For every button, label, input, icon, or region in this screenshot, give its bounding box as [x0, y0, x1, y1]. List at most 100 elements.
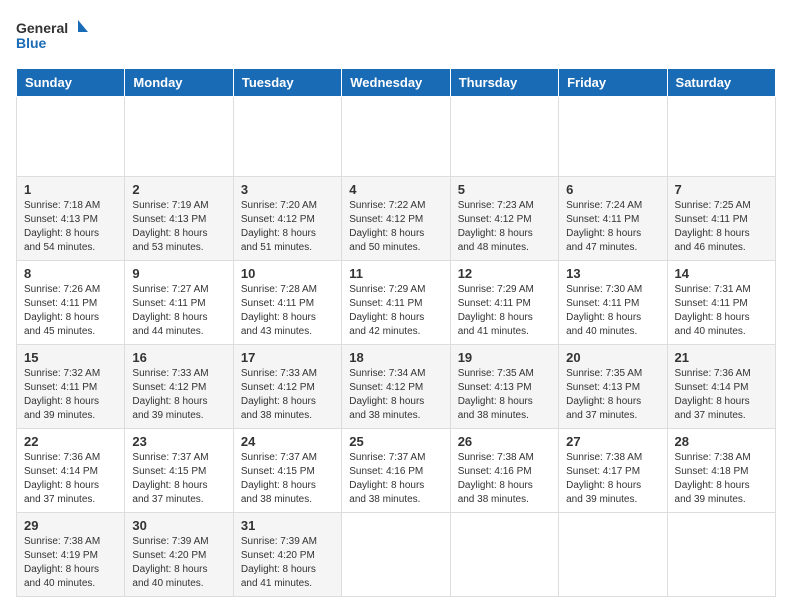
day-number: 2	[132, 182, 225, 197]
calendar-table: SundayMondayTuesdayWednesdayThursdayFrid…	[16, 68, 776, 597]
day-info: Sunrise: 7:36 AM Sunset: 4:14 PM Dayligh…	[675, 367, 768, 423]
day-header-friday: Friday	[559, 69, 667, 97]
day-number: 8	[24, 266, 117, 281]
calendar-cell: 5 Sunrise: 7:23 AM Sunset: 4:12 PM Daylig…	[450, 177, 558, 261]
calendar-cell: 30 Sunrise: 7:39 AM Sunset: 4:20 PM Dayli…	[125, 513, 233, 597]
day-info: Sunrise: 7:24 AM Sunset: 4:11 PM Dayligh…	[566, 199, 659, 255]
day-number: 24	[241, 434, 334, 449]
calendar-cell	[342, 513, 450, 597]
day-info: Sunrise: 7:35 AM Sunset: 4:13 PM Dayligh…	[458, 367, 551, 423]
calendar-cell: 15Sunrise: 7:32 AM Sunset: 4:11 PM Dayli…	[17, 345, 125, 429]
day-number: 1	[24, 182, 117, 197]
day-number: 10	[241, 266, 334, 281]
day-number: 11	[349, 266, 442, 281]
day-info: Sunrise: 7:37 AM Sunset: 4:15 PM Dayligh…	[132, 451, 225, 507]
day-info: Sunrise: 7:38 AM Sunset: 4:19 PM Dayligh…	[24, 535, 117, 591]
day-info: Sunrise: 7:36 AM Sunset: 4:14 PM Dayligh…	[24, 451, 117, 507]
svg-text:Blue: Blue	[16, 35, 47, 51]
day-number: 18	[349, 350, 442, 365]
day-info: Sunrise: 7:39 AM Sunset: 4:20 PM Dayligh…	[241, 535, 334, 591]
day-header-wednesday: Wednesday	[342, 69, 450, 97]
day-header-sunday: Sunday	[17, 69, 125, 97]
svg-text:General: General	[16, 20, 68, 36]
day-number: 3	[241, 182, 334, 197]
day-info: Sunrise: 7:29 AM Sunset: 4:11 PM Dayligh…	[349, 283, 442, 339]
day-info: Sunrise: 7:37 AM Sunset: 4:16 PM Dayligh…	[349, 451, 442, 507]
day-number: 4	[349, 182, 442, 197]
calendar-cell: 22 Sunrise: 7:36 AM Sunset: 4:14 PM Dayli…	[17, 429, 125, 513]
day-number: 21	[675, 350, 768, 365]
calendar-cell	[450, 513, 558, 597]
day-number: 5	[458, 182, 551, 197]
day-number: 26	[458, 434, 551, 449]
day-info: Sunrise: 7:35 AM Sunset: 4:13 PM Dayligh…	[566, 367, 659, 423]
calendar-cell: 11 Sunrise: 7:29 AM Sunset: 4:11 PM Dayli…	[342, 261, 450, 345]
day-info: Sunrise: 7:38 AM Sunset: 4:18 PM Dayligh…	[675, 451, 768, 507]
day-info: Sunrise: 7:26 AM Sunset: 4:11 PM Dayligh…	[24, 283, 117, 339]
calendar-cell: 10 Sunrise: 7:28 AM Sunset: 4:11 PM Dayli…	[233, 261, 341, 345]
calendar-cell: 1Sunrise: 7:18 AM Sunset: 4:13 PM Daylig…	[17, 177, 125, 261]
calendar-cell: 20Sunrise: 7:35 AM Sunset: 4:13 PM Dayli…	[559, 345, 667, 429]
day-number: 17	[241, 350, 334, 365]
calendar-cell: 4 Sunrise: 7:22 AM Sunset: 4:12 PM Daylig…	[342, 177, 450, 261]
calendar-cell	[125, 97, 233, 177]
calendar-cell: 26 Sunrise: 7:38 AM Sunset: 4:16 PM Dayli…	[450, 429, 558, 513]
day-number: 15	[24, 350, 117, 365]
calendar-cell: 13 Sunrise: 7:30 AM Sunset: 4:11 PM Dayli…	[559, 261, 667, 345]
day-header-saturday: Saturday	[667, 69, 775, 97]
day-number: 31	[241, 518, 334, 533]
header: General Blue	[16, 16, 776, 56]
calendar-cell: 29 Sunrise: 7:38 AM Sunset: 4:19 PM Dayli…	[17, 513, 125, 597]
day-info: Sunrise: 7:29 AM Sunset: 4:11 PM Dayligh…	[458, 283, 551, 339]
day-header-monday: Monday	[125, 69, 233, 97]
day-info: Sunrise: 7:19 AM Sunset: 4:13 PM Dayligh…	[132, 199, 225, 255]
logo: General Blue	[16, 16, 96, 56]
day-number: 6	[566, 182, 659, 197]
logo-svg: General Blue	[16, 16, 96, 56]
day-info: Sunrise: 7:33 AM Sunset: 4:12 PM Dayligh…	[241, 367, 334, 423]
day-number: 30	[132, 518, 225, 533]
calendar-cell: 8 Sunrise: 7:26 AM Sunset: 4:11 PM Daylig…	[17, 261, 125, 345]
calendar-cell	[667, 97, 775, 177]
day-info: Sunrise: 7:27 AM Sunset: 4:11 PM Dayligh…	[132, 283, 225, 339]
calendar-cell: 31 Sunrise: 7:39 AM Sunset: 4:20 PM Dayli…	[233, 513, 341, 597]
day-number: 9	[132, 266, 225, 281]
day-info: Sunrise: 7:33 AM Sunset: 4:12 PM Dayligh…	[132, 367, 225, 423]
calendar-cell	[559, 97, 667, 177]
day-info: Sunrise: 7:23 AM Sunset: 4:12 PM Dayligh…	[458, 199, 551, 255]
calendar-cell: 23Sunrise: 7:37 AM Sunset: 4:15 PM Dayli…	[125, 429, 233, 513]
day-info: Sunrise: 7:39 AM Sunset: 4:20 PM Dayligh…	[132, 535, 225, 591]
day-info: Sunrise: 7:30 AM Sunset: 4:11 PM Dayligh…	[566, 283, 659, 339]
day-header-tuesday: Tuesday	[233, 69, 341, 97]
day-info: Sunrise: 7:38 AM Sunset: 4:17 PM Dayligh…	[566, 451, 659, 507]
day-number: 16	[132, 350, 225, 365]
day-info: Sunrise: 7:28 AM Sunset: 4:11 PM Dayligh…	[241, 283, 334, 339]
calendar-cell: 12 Sunrise: 7:29 AM Sunset: 4:11 PM Dayli…	[450, 261, 558, 345]
day-info: Sunrise: 7:34 AM Sunset: 4:12 PM Dayligh…	[349, 367, 442, 423]
day-number: 27	[566, 434, 659, 449]
day-info: Sunrise: 7:38 AM Sunset: 4:16 PM Dayligh…	[458, 451, 551, 507]
day-number: 25	[349, 434, 442, 449]
day-info: Sunrise: 7:22 AM Sunset: 4:12 PM Dayligh…	[349, 199, 442, 255]
day-number: 7	[675, 182, 768, 197]
day-number: 12	[458, 266, 551, 281]
calendar-cell: 28 Sunrise: 7:38 AM Sunset: 4:18 PM Dayli…	[667, 429, 775, 513]
calendar-cell: 9 Sunrise: 7:27 AM Sunset: 4:11 PM Daylig…	[125, 261, 233, 345]
calendar-cell: 2 Sunrise: 7:19 AM Sunset: 4:13 PM Daylig…	[125, 177, 233, 261]
day-number: 28	[675, 434, 768, 449]
calendar-cell: 18 Sunrise: 7:34 AM Sunset: 4:12 PM Dayli…	[342, 345, 450, 429]
calendar-cell	[559, 513, 667, 597]
calendar-cell	[667, 513, 775, 597]
calendar-cell: 25 Sunrise: 7:37 AM Sunset: 4:16 PM Dayli…	[342, 429, 450, 513]
calendar-cell: 27 Sunrise: 7:38 AM Sunset: 4:17 PM Dayli…	[559, 429, 667, 513]
calendar-cell: 24 Sunrise: 7:37 AM Sunset: 4:15 PM Dayli…	[233, 429, 341, 513]
day-header-thursday: Thursday	[450, 69, 558, 97]
day-number: 29	[24, 518, 117, 533]
day-number: 13	[566, 266, 659, 281]
calendar-cell: 16 Sunrise: 7:33 AM Sunset: 4:12 PM Dayli…	[125, 345, 233, 429]
calendar-cell: 6 Sunrise: 7:24 AM Sunset: 4:11 PM Daylig…	[559, 177, 667, 261]
day-info: Sunrise: 7:37 AM Sunset: 4:15 PM Dayligh…	[241, 451, 334, 507]
calendar-cell: 19Sunrise: 7:35 AM Sunset: 4:13 PM Dayli…	[450, 345, 558, 429]
calendar-cell: 21 Sunrise: 7:36 AM Sunset: 4:14 PM Dayli…	[667, 345, 775, 429]
day-number: 22	[24, 434, 117, 449]
